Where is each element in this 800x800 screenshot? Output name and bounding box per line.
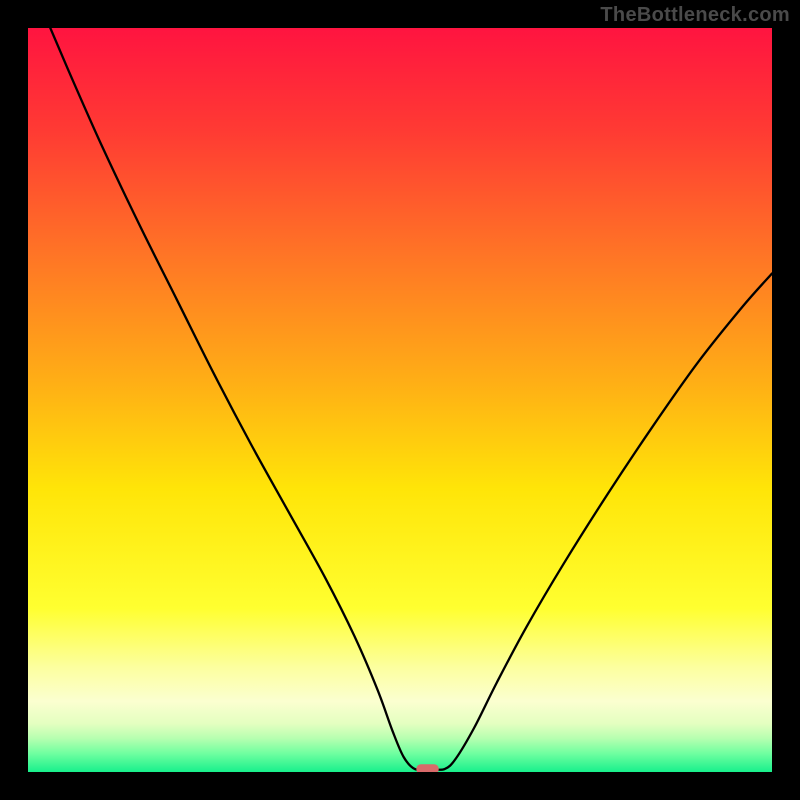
watermark-text: TheBottleneck.com <box>600 4 790 27</box>
optimal-marker <box>416 764 438 772</box>
plot-svg <box>28 28 772 772</box>
chart-frame: TheBottleneck.com <box>0 0 800 800</box>
background-gradient <box>28 28 772 772</box>
plot-area <box>28 28 772 772</box>
